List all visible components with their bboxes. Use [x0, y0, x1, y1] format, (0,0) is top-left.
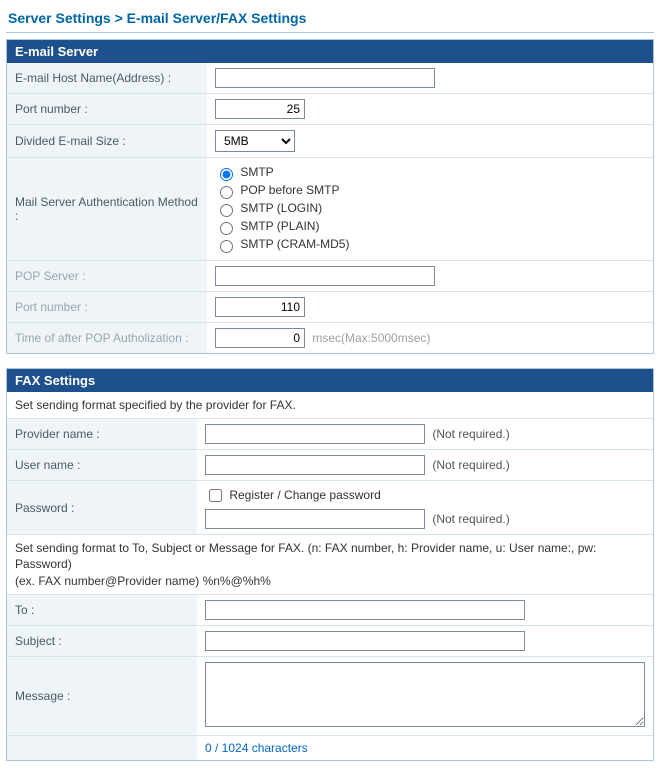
fax-password-label: Password : — [7, 481, 197, 535]
auth-radio-smtp-login[interactable] — [220, 204, 233, 217]
fax-register-checkbox[interactable] — [209, 489, 222, 502]
auth-option-smtp[interactable]: SMTP — [215, 165, 645, 181]
email-host-input[interactable] — [215, 68, 435, 88]
fax-provider-label: Provider name : — [7, 419, 197, 450]
fax-user-input[interactable] — [205, 455, 425, 475]
fax-user-hint: (Not required.) — [428, 458, 509, 472]
auth-option-smtp-login[interactable]: SMTP (LOGIN) — [215, 201, 645, 217]
email-port-label: Port number : — [7, 94, 207, 125]
pop-port-input[interactable] — [215, 297, 305, 317]
pop-time-unit: msec(Max:5000msec) — [308, 331, 430, 345]
fax-message-input[interactable] — [205, 662, 645, 727]
fax-desc-2: Set sending format to To, Subject or Mes… — [7, 535, 653, 595]
fax-settings-panel: FAX Settings Set sending format specifie… — [6, 368, 654, 761]
fax-register-password[interactable]: Register / Change password — [205, 488, 381, 502]
auth-option-login-label: SMTP (LOGIN) — [240, 201, 322, 215]
pop-port-label: Port number : — [7, 292, 207, 323]
email-server-header: E-mail Server — [7, 40, 653, 63]
pop-time-input[interactable] — [215, 328, 305, 348]
breadcrumb: Server Settings > E-mail Server/FAX Sett… — [6, 6, 654, 33]
pop-server-input[interactable] — [215, 266, 435, 286]
fax-password-input[interactable] — [205, 509, 425, 529]
auth-option-smtp-crammd5[interactable]: SMTP (CRAM-MD5) — [215, 237, 645, 253]
auth-method-label: Mail Server Authentication Method : — [7, 158, 207, 261]
fax-message-label: Message : — [7, 656, 197, 735]
fax-register-label: Register / Change password — [229, 488, 380, 502]
fax-settings-header: FAX Settings — [7, 369, 653, 392]
pop-server-label: POP Server : — [7, 261, 207, 292]
fax-to-input[interactable] — [205, 600, 525, 620]
auth-radio-smtp[interactable] — [220, 168, 233, 181]
fax-message-counter: 0 / 1024 characters — [205, 739, 308, 759]
fax-settings-form: Set sending format specified by the prov… — [7, 392, 653, 760]
auth-method-group: SMTP POP before SMTP SMTP (LOGIN) SMTP (… — [215, 165, 645, 253]
auth-radio-smtp-plain[interactable] — [220, 222, 233, 235]
email-size-select[interactable]: 5MB — [215, 130, 295, 152]
pop-time-label: Time of after POP Autholization : — [7, 323, 207, 354]
fax-provider-input[interactable] — [205, 424, 425, 444]
auth-radio-smtp-crammd5[interactable] — [220, 240, 233, 253]
fax-to-label: To : — [7, 594, 197, 625]
auth-option-plain-label: SMTP (PLAIN) — [240, 219, 319, 233]
fax-desc-1: Set sending format specified by the prov… — [7, 392, 653, 419]
email-host-label: E-mail Host Name(Address) : — [7, 63, 207, 94]
fax-provider-hint: (Not required.) — [428, 427, 509, 441]
auth-radio-pop-before-smtp[interactable] — [220, 186, 233, 199]
auth-option-smtp-label: SMTP — [240, 165, 273, 179]
auth-option-cram-label: SMTP (CRAM-MD5) — [240, 237, 349, 251]
fax-user-label: User name : — [7, 450, 197, 481]
fax-password-hint: (Not required.) — [428, 512, 509, 526]
email-size-label: Divided E-mail Size : — [7, 125, 207, 158]
fax-subject-input[interactable] — [205, 631, 525, 651]
email-port-input[interactable] — [215, 99, 305, 119]
auth-option-pbs-label: POP before SMTP — [240, 183, 339, 197]
email-server-panel: E-mail Server E-mail Host Name(Address) … — [6, 39, 654, 354]
auth-option-pop-before-smtp[interactable]: POP before SMTP — [215, 183, 645, 199]
email-server-form: E-mail Host Name(Address) : Port number … — [7, 63, 653, 353]
fax-subject-label: Subject : — [7, 625, 197, 656]
auth-option-smtp-plain[interactable]: SMTP (PLAIN) — [215, 219, 645, 235]
